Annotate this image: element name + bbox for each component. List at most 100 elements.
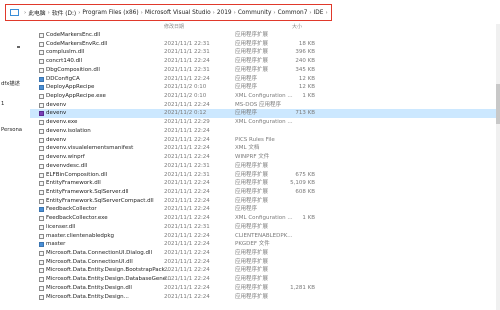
file-row[interactable]: DeployAppRecipe 2021/11/2 0:10 应用程序 12 KB (30, 83, 500, 92)
file-row[interactable]: EntityFramework.SqlServer.dll 2021/11/1 2… (30, 188, 500, 197)
file-row[interactable]: DDConfigCA 2021/11/1 22:24 应用程序 12 KB (30, 75, 500, 84)
file-name: Microsoft.Data.Entity.Design.BootstrapPa… (46, 267, 171, 274)
file-name: concrt140.dll (46, 58, 83, 65)
chevron-right-icon[interactable]: › (141, 10, 143, 16)
file-type: PKGDEF 文件 (235, 241, 270, 248)
nav-item-1[interactable]: 1 (1, 101, 4, 107)
breadcrumb-common7[interactable]: Common7 (278, 10, 308, 16)
chevron-right-icon[interactable]: › (325, 10, 327, 16)
visual-studio-icon (39, 111, 44, 117)
chevron-right-icon[interactable]: › (309, 10, 311, 16)
file-row[interactable]: devenv.exe 2021/11/1 22:29 XML Configurati… (30, 118, 500, 127)
file-date: 2021/11/1 22:31 (164, 162, 210, 169)
nav-item-persona[interactable]: Persona (1, 127, 22, 133)
file-row[interactable]: Microsoft.Data.Entity.Design.dll 2021/11/… (30, 284, 500, 293)
file-row[interactable]: devenvdesc.dll 2021/11/1 22:31 应用程序扩展 (30, 162, 500, 171)
address-bar[interactable]: › 此电脑 › 软件 (D:) › Program Files (x86) › … (5, 4, 332, 21)
file-date: 2021/11/1 22:24 (164, 249, 210, 256)
file-row[interactable]: Microsoft.Data.ConnectionUI.Dialog.dll 20… (30, 249, 500, 258)
file-type: 应用程序扩展 (235, 180, 269, 187)
file-name: FeedbackCollector.exe (46, 215, 108, 222)
file-name: devenv (46, 110, 67, 117)
breadcrumb-2019[interactable]: 2019 (217, 10, 232, 16)
file-date: 2021/11/2 0:10 (164, 84, 207, 91)
file-name: devenv.winprf (46, 154, 85, 161)
file-type: 应用程序扩展 (235, 223, 269, 230)
file-name: devenv (46, 101, 67, 108)
file-row[interactable]: Microsoft.Data.Entity.Design... 2021/11/1… (30, 293, 500, 302)
file-icon (39, 233, 44, 239)
file-icon (39, 224, 44, 230)
file-size: 240 KB (295, 58, 315, 65)
breadcrumb-drive-d[interactable]: 软件 (D:) (52, 8, 76, 17)
file-type: 应用程序扩展 (235, 171, 269, 178)
breadcrumb-community[interactable]: Community (238, 10, 272, 16)
file-row[interactable]: Microsoft.Data.Entity.Design.BootstrapPa… (30, 266, 500, 275)
file-name: compluslm.dll (46, 49, 85, 56)
breadcrumb-ide[interactable]: IDE (314, 10, 324, 16)
file-row[interactable]: licenser.dll 2021/11/1 22:31 应用程序扩展 (30, 223, 500, 232)
file-type: 应用程序扩展 (235, 258, 269, 265)
file-row[interactable]: Microsoft.Data.ConnectionUI.dll 2021/11/1… (30, 258, 500, 267)
file-size: 608 KB (295, 188, 315, 195)
chevron-right-icon[interactable]: › (273, 10, 275, 16)
file-name: devenv.exe (46, 119, 78, 126)
chevron-right-icon[interactable]: › (48, 10, 50, 16)
file-row[interactable]: EntityFramework.dll 2021/11/1 22:24 应用程序扩展… (30, 179, 500, 188)
file-row[interactable]: devenv 2021/11/1 22:24 PICS Rules File (30, 136, 500, 145)
file-icon (39, 259, 44, 265)
file-name: Microsoft.Data.ConnectionUI.dll (46, 258, 133, 265)
file-row[interactable]: master.clientenabledpkg 2021/11/1 22:24 CL… (30, 232, 500, 241)
chevron-right-icon[interactable]: › (213, 10, 215, 16)
file-date: 2021/11/1 22:24 (164, 136, 210, 143)
file-type: 应用程序扩展 (235, 162, 269, 169)
file-name: master (46, 241, 66, 248)
chevron-right-icon[interactable]: › (24, 10, 26, 16)
file-date: 2021/11/1 22:24 (164, 215, 210, 222)
file-type: 应用程序 (235, 84, 258, 91)
column-header-size[interactable]: 大小 (292, 23, 302, 30)
file-row[interactable]: master 2021/11/1 22:24 PKGDEF 文件 (30, 240, 500, 249)
scrollbar-thumb[interactable] (496, 84, 500, 124)
file-type: CLIENTENABLEDPK... (235, 232, 293, 239)
file-row[interactable]: compluslm.dll 2021/11/1 22:31 应用程序扩展 396 KB (30, 48, 500, 57)
file-row[interactable]: EntityFramework.SqlServerCompact.dll 2021… (30, 197, 500, 206)
file-icon (39, 163, 44, 169)
file-row[interactable]: CodeMarkersEnc.dll 应用程序扩展 (30, 31, 500, 40)
file-icon (39, 120, 44, 126)
breadcrumb-program-files[interactable]: Program Files (x86) (82, 10, 138, 16)
breadcrumb-this-pc[interactable]: 此电脑 (28, 8, 45, 17)
file-name: EntityFramework.SqlServerCompact.dll (46, 197, 154, 204)
vertical-scrollbar[interactable] (496, 24, 500, 310)
file-icon (39, 155, 44, 161)
breadcrumb-visual-studio[interactable]: Microsoft Visual Studio (145, 10, 211, 16)
file-name: devenvdesc.dll (46, 162, 88, 169)
file-row[interactable]: concrt140.dll 2021/11/1 22:24 应用程序扩展 240 KB (30, 57, 500, 66)
file-row[interactable]: FeedbackCollector 2021/11/1 22:24 应用程序 (30, 205, 500, 214)
file-date: 2021/11/1 22:24 (164, 75, 210, 82)
file-row[interactable]: devenv.winprf 2021/11/1 22:24 WINPRF 文件 (30, 153, 500, 162)
chevron-right-icon[interactable]: › (78, 10, 80, 16)
column-header-date[interactable]: 修改日期 (164, 23, 184, 30)
file-icon (39, 250, 44, 256)
file-row[interactable]: devenv 2021/11/2 0:12 应用程序 713 KB (30, 109, 500, 119)
file-row[interactable]: devenv 2021/11/1 22:24 MS-DOS 应用程序 (30, 101, 500, 110)
file-row[interactable]: CodeMarkersEnvRc.dll 2021/11/1 22:31 应用程序扩… (30, 40, 500, 49)
chevron-right-icon[interactable]: › (234, 10, 236, 16)
file-row[interactable]: devenv.visualelementsmanifest 2021/11/1 2… (30, 144, 500, 153)
file-date: 2021/11/1 22:31 (164, 40, 210, 47)
file-row[interactable]: FeedbackCollector.exe 2021/11/1 22:24 XML … (30, 214, 500, 223)
file-icon (39, 172, 44, 178)
file-size: 5,109 KB (290, 180, 315, 187)
file-type: XML Configuration ... (235, 93, 293, 100)
file-row[interactable]: DbgComposition.dll 2021/11/1 22:31 应用程序扩展 3… (30, 66, 500, 75)
nav-item-marker (17, 46, 20, 48)
file-row[interactable]: devenv.isolation 2021/11/1 22:24 (30, 127, 500, 136)
file-type: 应用程序扩展 (235, 276, 269, 283)
file-type: 应用程序扩展 (235, 293, 269, 300)
file-date: 2021/11/1 22:24 (164, 127, 210, 134)
file-row[interactable]: Microsoft.Data.Entity.Design.DatabaseGen… (30, 275, 500, 284)
nav-item-dfx[interactable]: dfx描述 (1, 79, 20, 87)
file-row[interactable]: DeployAppRecipe.exe 2021/11/2 0:10 XML Con… (30, 92, 500, 101)
file-row[interactable]: ELFBinComposition.dll 2021/11/1 22:31 应用程序… (30, 171, 500, 180)
